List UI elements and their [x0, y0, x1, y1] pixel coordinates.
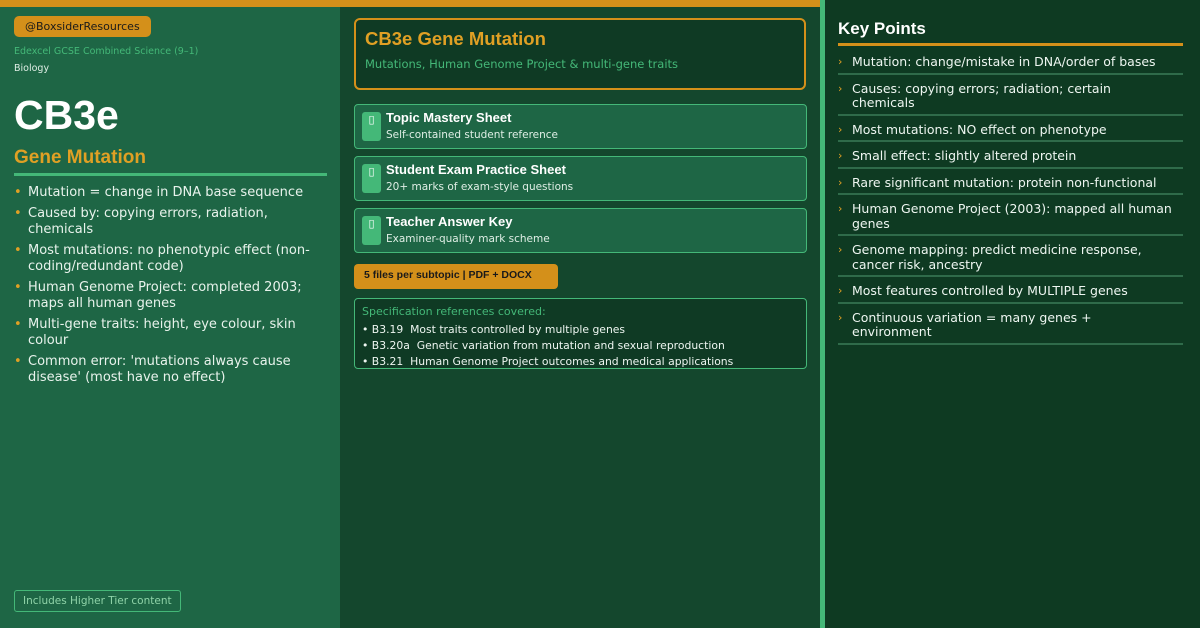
summary-item: Human Genome Project: completed 2003; ma…	[14, 280, 314, 313]
key-points-panel: Key Points › Mutation: change/mistake in …	[825, 0, 1200, 628]
top-accent-bar	[0, 0, 820, 7]
specification-box: Specification references covered: • B3.1…	[354, 298, 807, 369]
key-point-item: › Mutation: change/mistake in DNA/order o…	[838, 52, 1183, 75]
key-point-item: › Rare significant mutation: protein non-…	[838, 173, 1183, 195]
file-description: Self-contained student reference	[386, 129, 559, 141]
higher-tier-badge: Includes Higher Tier content	[14, 590, 181, 612]
document-icon: ▯	[362, 216, 381, 245]
summary-item: Mutation = change in DNA base sequence	[14, 185, 314, 202]
subject-label: Biology	[14, 63, 50, 74]
summary-item: Multi-gene traits: height, eye colour, s…	[14, 317, 314, 350]
middle-panel: CB3e Gene Mutation Mutations, Human Geno…	[340, 7, 820, 628]
title-card-subtitle: Mutations, Human Genome Project & multi-…	[365, 57, 679, 71]
chevron-right-icon: ›	[838, 175, 843, 189]
file-card-exam-practice[interactable]: ▯ Student Exam Practice Sheet 20+ marks …	[354, 156, 807, 201]
topic-title: Gene Mutation	[14, 147, 146, 168]
key-point-item: › Continuous variation = many genes + env…	[838, 308, 1183, 345]
chevron-right-icon: ›	[838, 55, 843, 68]
key-point-item: › Causes: copying errors; radiation; cert…	[838, 79, 1183, 116]
document-icon: ▯	[362, 164, 381, 193]
title-card: CB3e Gene Mutation Mutations, Human Geno…	[354, 18, 806, 90]
key-point-text: Continuous variation = many genes + envi…	[852, 309, 1092, 339]
file-card-answer-key[interactable]: ▯ Teacher Answer Key Examiner-quality ma…	[354, 208, 807, 253]
key-point-text: Rare significant mutation: protein non-f…	[852, 174, 1157, 190]
document-icon: ▯	[362, 112, 381, 141]
key-point-item: › Small effect: slightly altered protein	[838, 146, 1183, 169]
title-card-heading: CB3e Gene Mutation	[365, 28, 546, 49]
chevron-right-icon: ›	[838, 81, 843, 95]
chevron-right-icon: ›	[838, 243, 843, 256]
file-card-mastery-sheet[interactable]: ▯ Topic Mastery Sheet Self-contained stu…	[354, 104, 807, 149]
key-point-text: Genome mapping: predict medicine respons…	[852, 242, 1142, 272]
file-description: 20+ marks of exam-style questions	[386, 181, 574, 193]
handle-badge[interactable]: @BoxsiderResources	[14, 16, 151, 37]
summary-item: Most mutations: no phenotypic effect (no…	[14, 243, 314, 276]
key-point-item: › Most mutations: NO effect on phenotype	[838, 120, 1183, 142]
key-point-text: Small effect: slightly altered protein	[852, 148, 1077, 163]
topic-code: CB3e	[14, 92, 119, 138]
chevron-right-icon: ›	[838, 310, 843, 324]
specification-item: • B3.20a Genetic variation from mutation…	[362, 339, 725, 352]
file-description: Examiner-quality mark scheme	[386, 233, 550, 245]
file-name: Topic Mastery Sheet	[386, 110, 512, 125]
specification-list: • B3.19 Most traits controlled by multip…	[362, 322, 733, 370]
summary-item: Caused by: copying errors, radiation, ch…	[14, 206, 314, 239]
key-point-item: › Human Genome Project (2003): mapped all…	[838, 199, 1183, 236]
left-panel: @BoxsiderResources Edexcel GCSE Combined…	[0, 7, 340, 628]
key-point-text: Most mutations: NO effect on phenotype	[852, 121, 1107, 137]
specification-item: • B3.19 Most traits controlled by multip…	[362, 323, 626, 336]
files-count-badge: 5 files per subtopic | PDF + DOCX	[354, 264, 558, 289]
chevron-right-icon: ›	[838, 122, 843, 136]
summary-list: Mutation = change in DNA base sequence C…	[14, 185, 314, 391]
specification-heading: Specification references covered:	[362, 305, 546, 318]
summary-item: Common error: 'mutations always cause di…	[14, 354, 314, 387]
specification-item: • B3.21 Human Genome Project outcomes an…	[362, 355, 734, 368]
chevron-right-icon: ›	[838, 284, 843, 297]
key-points-divider	[838, 43, 1183, 46]
key-point-text: Mutation: change/mistake in DNA/order of…	[852, 54, 1156, 69]
key-points-title: Key Points	[838, 19, 926, 38]
chevron-right-icon: ›	[838, 149, 843, 162]
key-point-text: Human Genome Project (2003): mapped all …	[852, 201, 1172, 231]
course-label: Edexcel GCSE Combined Science (9–1)	[14, 46, 199, 57]
key-point-text: Most features controlled by MULTIPLE gen…	[852, 283, 1128, 298]
chevron-right-icon: ›	[838, 202, 843, 215]
key-point-item: › Genome mapping: predict medicine respon…	[838, 240, 1183, 277]
key-point-text: Causes: copying errors; radiation; certa…	[852, 80, 1111, 110]
file-name: Student Exam Practice Sheet	[386, 162, 566, 177]
key-points-list: › Mutation: change/mistake in DNA/order o…	[838, 52, 1183, 349]
file-name: Teacher Answer Key	[386, 214, 513, 229]
key-point-item: › Most features controlled by MULTIPLE ge…	[838, 281, 1183, 304]
topic-divider	[14, 173, 327, 176]
